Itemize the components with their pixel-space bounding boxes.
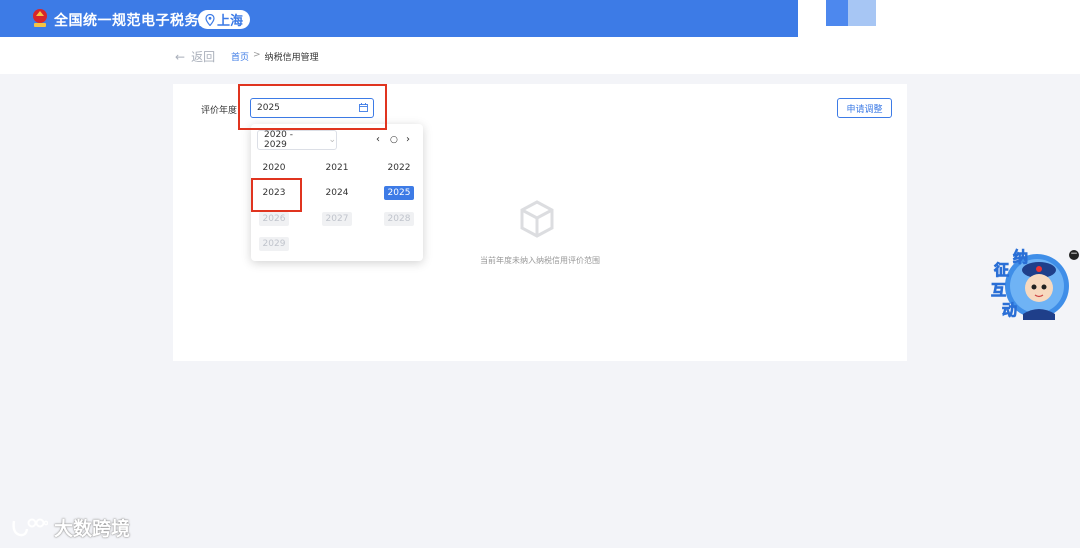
back-label: 返回 bbox=[191, 50, 216, 64]
year-input-value: 2025 bbox=[257, 103, 280, 113]
year-cell-2027: 2027 bbox=[322, 212, 352, 226]
region-label: 上海 bbox=[216, 14, 243, 29]
breadcrumb-separator: > bbox=[253, 50, 261, 60]
next-decade-button[interactable]: › bbox=[406, 134, 410, 145]
calendar-icon bbox=[359, 103, 368, 112]
year-cell-2021[interactable]: 2021 bbox=[322, 161, 352, 175]
year-field-label: 评价年度 bbox=[201, 106, 238, 116]
apply-adjust-button[interactable]: 申请调整 bbox=[837, 98, 892, 118]
mascot-char-1: 纳 bbox=[1013, 248, 1028, 266]
breadcrumb-current: 纳税信用管理 bbox=[264, 53, 319, 63]
year-picker-popover: 2020 - 2029 ⌄ ‹ ○ › 2020 2021 2022 2023 2024… bbox=[251, 124, 423, 261]
year-cell-2022[interactable]: 2022 bbox=[384, 161, 414, 175]
mascot-assistant-icon[interactable]: 纳 征 互 动 bbox=[985, 244, 1075, 324]
header-light-block bbox=[848, 0, 876, 26]
year-cell-2024[interactable]: 2024 bbox=[322, 186, 352, 200]
year-cell-2026: 2026 bbox=[259, 212, 289, 226]
mascot-char-4: 动 bbox=[1002, 301, 1017, 319]
breadcrumb-home-link[interactable]: 首页 bbox=[231, 50, 249, 63]
back-button[interactable]: ← 返回 bbox=[175, 48, 215, 65]
arrow-left-icon: ← bbox=[175, 49, 186, 64]
current-decade-button[interactable]: ○ bbox=[390, 135, 398, 145]
year-cell-2028: 2028 bbox=[384, 212, 414, 226]
breadcrumb-bar bbox=[0, 37, 1080, 74]
watermark: 大数跨境 bbox=[10, 514, 130, 541]
location-pin-icon bbox=[205, 13, 215, 26]
watermark-logo-icon bbox=[12, 518, 48, 536]
prev-decade-button[interactable]: ‹ bbox=[376, 134, 380, 145]
breadcrumb: 首页 > 纳税信用管理 bbox=[231, 50, 319, 63]
year-cell-2029: 2029 bbox=[259, 237, 289, 251]
empty-box-icon bbox=[520, 200, 554, 238]
year-cell-2025[interactable]: 2025 bbox=[384, 186, 414, 200]
decade-range-select[interactable]: 2020 - 2029 ⌄ bbox=[257, 130, 337, 150]
site-title[interactable]: 全国统一规范电子税务局 bbox=[54, 10, 214, 30]
decade-range-value: 2020 - 2029 bbox=[264, 130, 294, 150]
year-cell-2023[interactable]: 2023 bbox=[259, 186, 289, 200]
year-input[interactable]: 2025 bbox=[250, 98, 374, 118]
chevron-down-icon: ⌄ bbox=[328, 135, 336, 145]
year-cell-2020[interactable]: 2020 bbox=[259, 161, 289, 175]
empty-state-message: 当前年度未纳入纳税信用评价范围 bbox=[480, 256, 600, 265]
mascot-char-2: 征 bbox=[994, 261, 1009, 279]
mascot-char-3: 互 bbox=[991, 281, 1006, 299]
watermark-text: 大数跨境 bbox=[54, 518, 131, 540]
mascot-close-button[interactable]: − bbox=[1069, 250, 1079, 260]
header-accent-block bbox=[826, 0, 848, 26]
tax-emblem-icon bbox=[33, 9, 47, 27]
region-selector[interactable]: 上海 bbox=[198, 10, 250, 29]
